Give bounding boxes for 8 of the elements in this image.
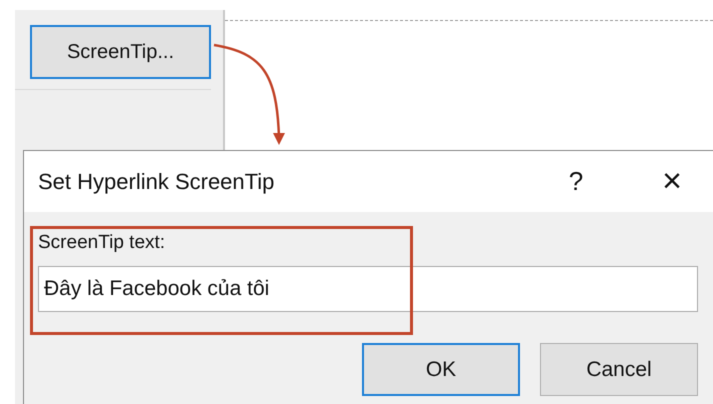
screentip-input[interactable]: Đây là Facebook của tôi [38, 266, 698, 312]
close-button[interactable]: × [647, 161, 697, 202]
dialog-button[interactable]: Cancel [540, 343, 698, 396]
help-button[interactable]: ? [551, 165, 601, 198]
field-label: ScreenTip text: [38, 232, 166, 254]
screentip-button[interactable]: ScreenTip... [30, 25, 211, 79]
dialog-button[interactable]: OK [362, 343, 520, 396]
dialog-title: Set Hyperlink ScreenTip [38, 168, 276, 194]
